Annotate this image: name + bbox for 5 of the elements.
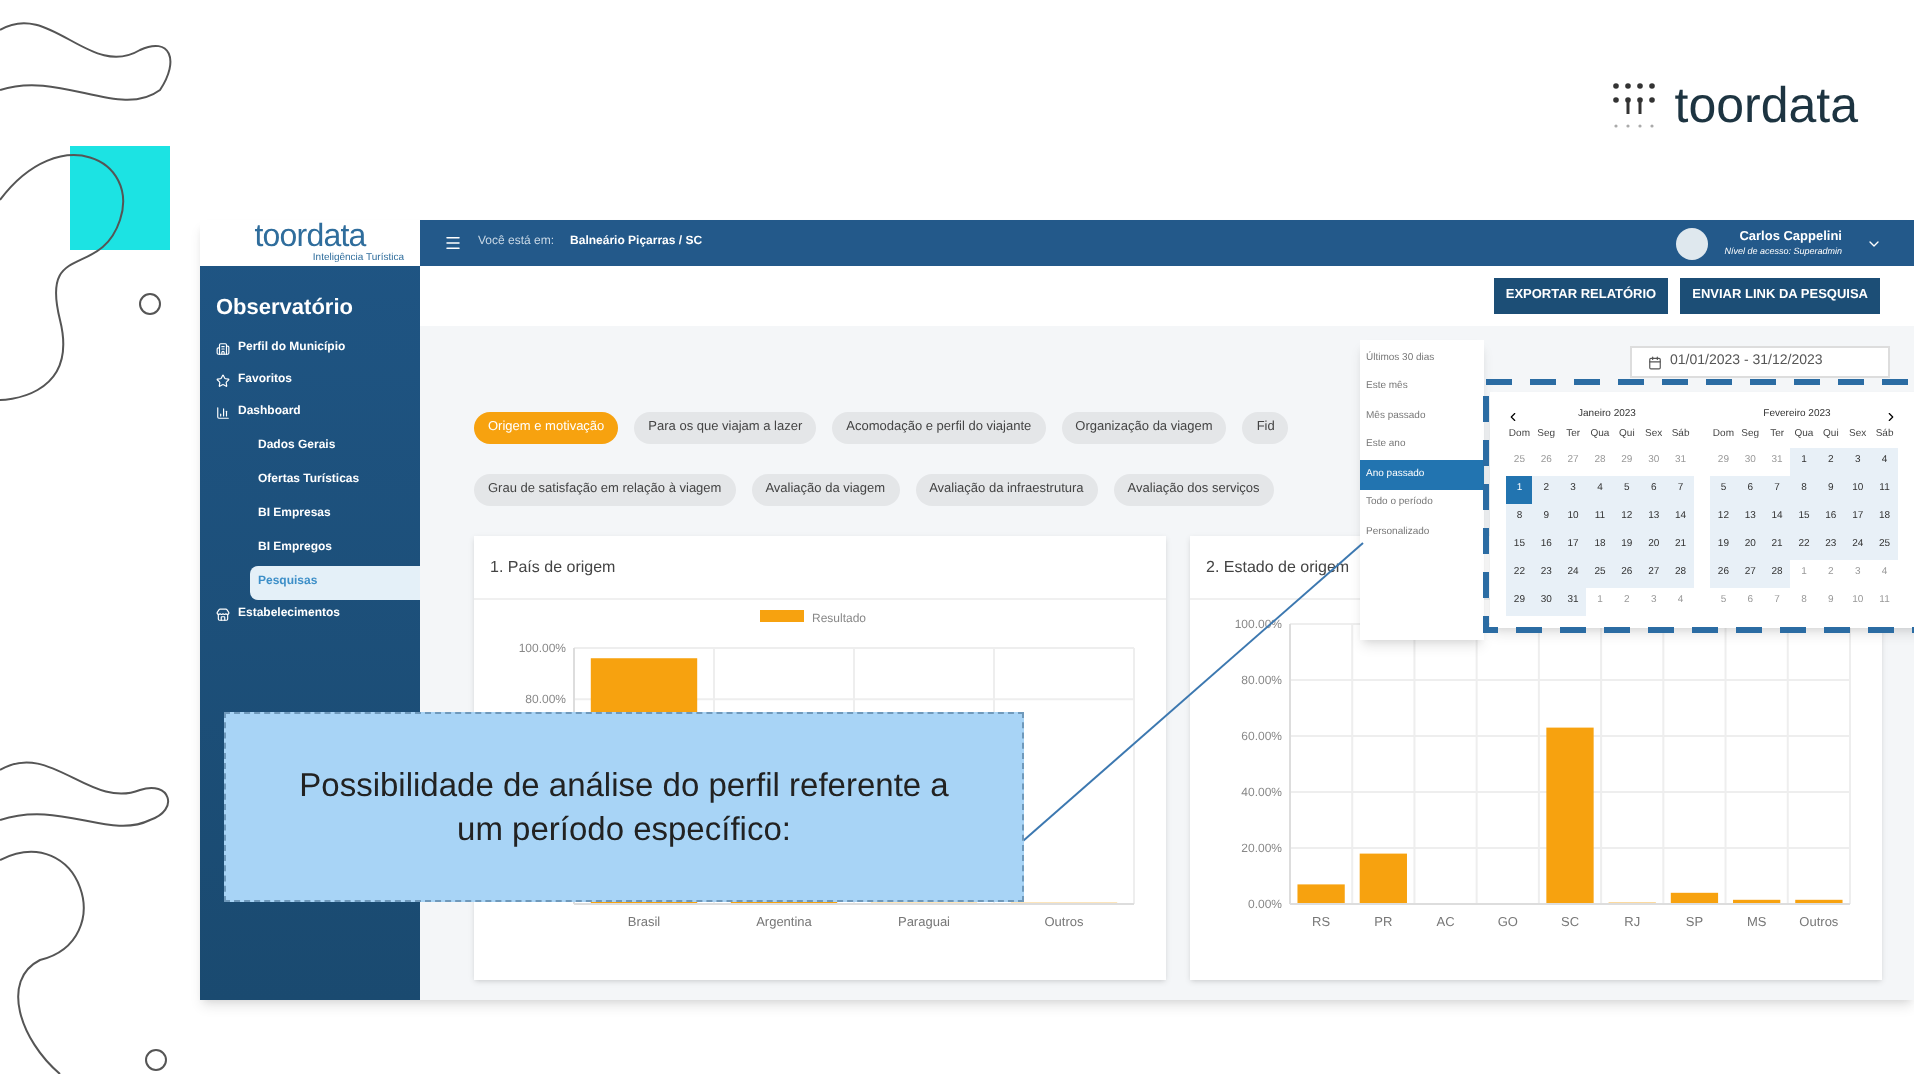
slide-logo-wordmark: toordata (1674, 81, 1858, 131)
card-title: 1. País de origem (490, 555, 616, 579)
app-logo: toordata (254, 222, 366, 254)
sidebar-title: Observatório (214, 294, 355, 324)
callout-text: Possibilidade de análise do perfil referente a um período específico: (297, 765, 951, 851)
